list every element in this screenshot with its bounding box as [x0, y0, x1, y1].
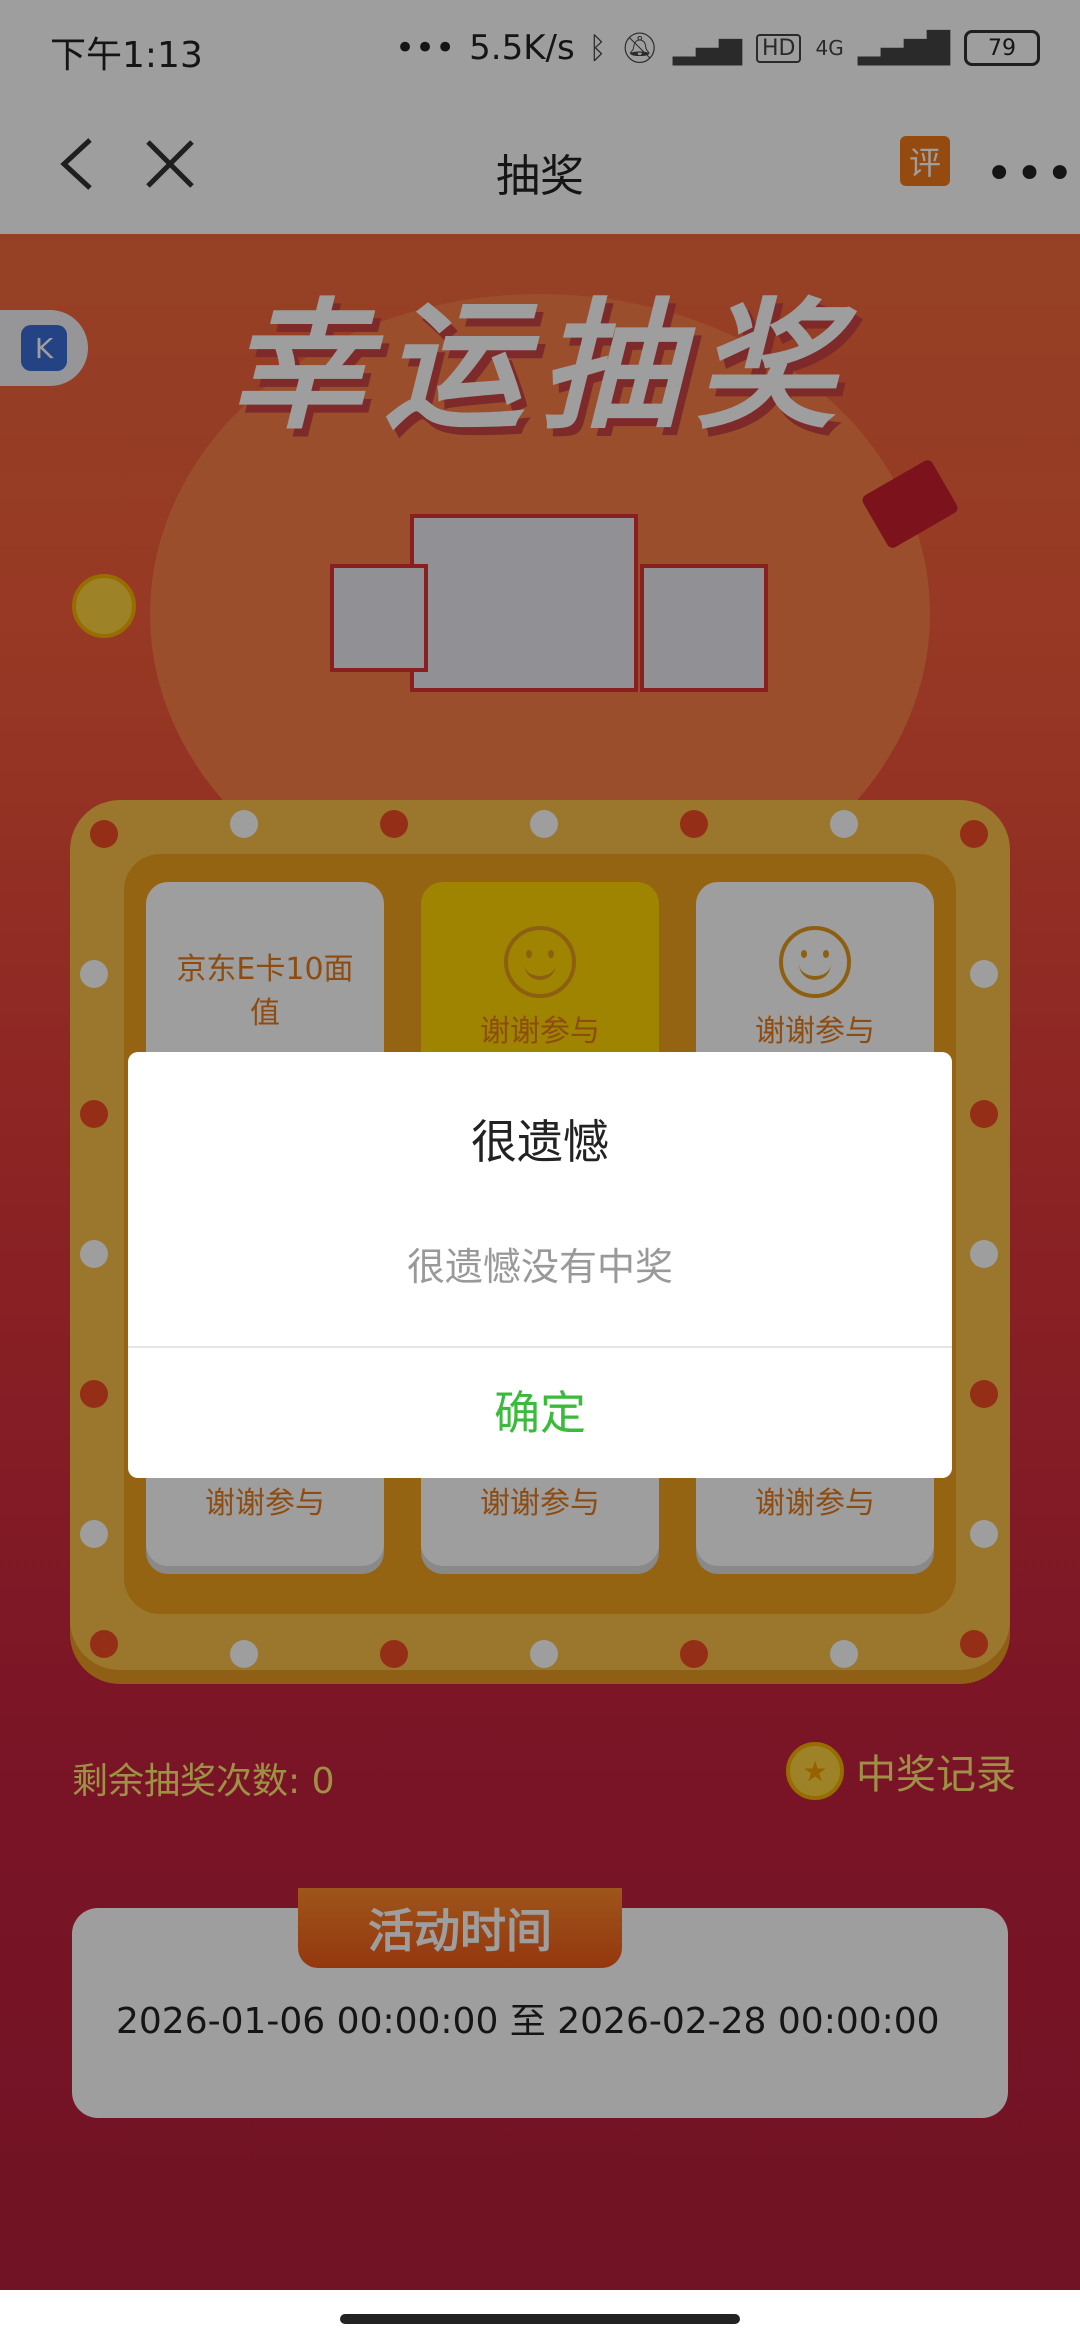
result-dialog: 很遗憾 很遗憾没有中奖 确定	[128, 1052, 952, 1478]
home-indicator[interactable]	[340, 2314, 740, 2324]
confirm-button[interactable]: 确定	[128, 1348, 952, 1478]
dialog-title: 很遗憾	[471, 1115, 609, 1169]
dialog-message: 很遗憾没有中奖	[406, 1245, 673, 1289]
